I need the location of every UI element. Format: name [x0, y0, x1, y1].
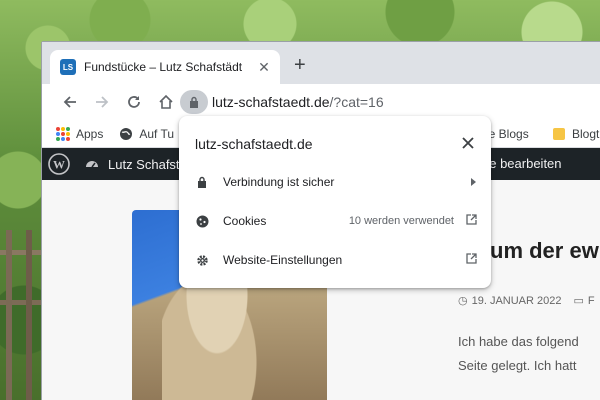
- site-settings-label: Website-Einstellungen: [223, 253, 343, 267]
- globe-icon: [120, 127, 133, 140]
- post-excerpt-line: Seite gelegt. Ich hatt: [458, 358, 577, 373]
- post-date[interactable]: 19. JANUAR 2022: [472, 295, 562, 307]
- gear-icon: [195, 254, 209, 267]
- reload-icon[interactable]: [118, 88, 150, 116]
- home-icon[interactable]: [150, 88, 182, 116]
- bookmark-blogt-label: Blogt: [572, 126, 600, 141]
- address-bar[interactable]: lutz-schafstaedt.de/?cat=16: [180, 88, 600, 116]
- external-link-icon: [466, 214, 477, 228]
- wordpress-icon[interactable]: W: [48, 153, 70, 178]
- url-text[interactable]: lutz-schafstaedt.de/?cat=16: [212, 94, 384, 110]
- connection-secure-row[interactable]: Verbindung ist sicher: [179, 164, 491, 200]
- wp-site-label: Lutz Schafstä: [108, 156, 187, 172]
- site-favicon: LS: [60, 59, 76, 75]
- forward-icon[interactable]: [86, 88, 118, 116]
- back-icon[interactable]: [54, 88, 86, 116]
- wp-site-menu[interactable]: Lutz Schafstä: [84, 156, 187, 172]
- post-excerpt: Ich habe das folgend Seite gelegt. Ich h…: [458, 330, 579, 378]
- close-icon[interactable]: [459, 134, 477, 152]
- tab-close-icon[interactable]: ✕: [256, 59, 272, 76]
- cookies-row[interactable]: Cookies 10 werden verwendet: [179, 203, 491, 239]
- site-settings-row[interactable]: Website-Einstellungen: [179, 242, 491, 278]
- tab-title: Fundstücke – Lutz Schafstädt: [84, 60, 243, 74]
- connection-label: Verbindung ist sicher: [223, 175, 335, 189]
- lock-icon: [190, 96, 198, 108]
- wp-edit-page[interactable]: ge bearbeiten: [482, 156, 562, 171]
- post-meta: ◷ 19. JANUAR 2022 ▭ F: [458, 294, 595, 308]
- cookies-count: 10 werden verwendet: [348, 215, 454, 227]
- cookies-label: Cookies: [223, 214, 267, 228]
- wp-edit-label: ge bearbeiten: [482, 156, 562, 171]
- bookmark-auf-tu-label: Auf Tu: [139, 126, 175, 141]
- tab-fundstuecke[interactable]: LS Fundstücke – Lutz Schafstädt ✕: [50, 50, 280, 84]
- lock-icon: [195, 176, 209, 188]
- url-path: /?cat=16: [329, 94, 384, 110]
- browser-toolbar: lutz-schafstaedt.de/?cat=16: [42, 84, 600, 120]
- bookmark-apps[interactable]: Apps: [56, 126, 104, 141]
- popup-site-name: lutz-schafstaedt.de: [195, 136, 313, 152]
- wallpaper-fence: [0, 230, 42, 400]
- apps-grid-icon: [56, 126, 70, 141]
- external-link-icon: [466, 253, 477, 267]
- new-tab-icon[interactable]: +: [294, 55, 306, 75]
- site-info-popup: lutz-schafstaedt.de Verbindung ist siche…: [179, 116, 491, 288]
- cookie-icon: [195, 215, 209, 228]
- bookmark-apps-label: Apps: [76, 126, 104, 141]
- clock-icon: ◷: [458, 295, 468, 307]
- bookmark-auf-tu[interactable]: Auf Tu: [119, 127, 174, 141]
- chevron-right-icon: [469, 175, 477, 189]
- post-category[interactable]: F: [588, 295, 595, 307]
- post-excerpt-line: Ich habe das folgend: [458, 334, 579, 349]
- tab-strip: LS Fundstücke – Lutz Schafstädt ✕ +: [42, 42, 600, 84]
- folder-meta-icon: ▭: [573, 295, 584, 307]
- svg-text:W: W: [53, 158, 65, 172]
- bookmark-blogt[interactable]: Blogt: [552, 127, 599, 141]
- folder-icon: [553, 127, 565, 140]
- site-info-button[interactable]: [180, 90, 208, 114]
- dashboard-icon: [86, 161, 98, 168]
- post-title[interactable]: um der ew: [490, 238, 599, 264]
- url-domain: lutz-schafstaedt.de: [212, 94, 330, 110]
